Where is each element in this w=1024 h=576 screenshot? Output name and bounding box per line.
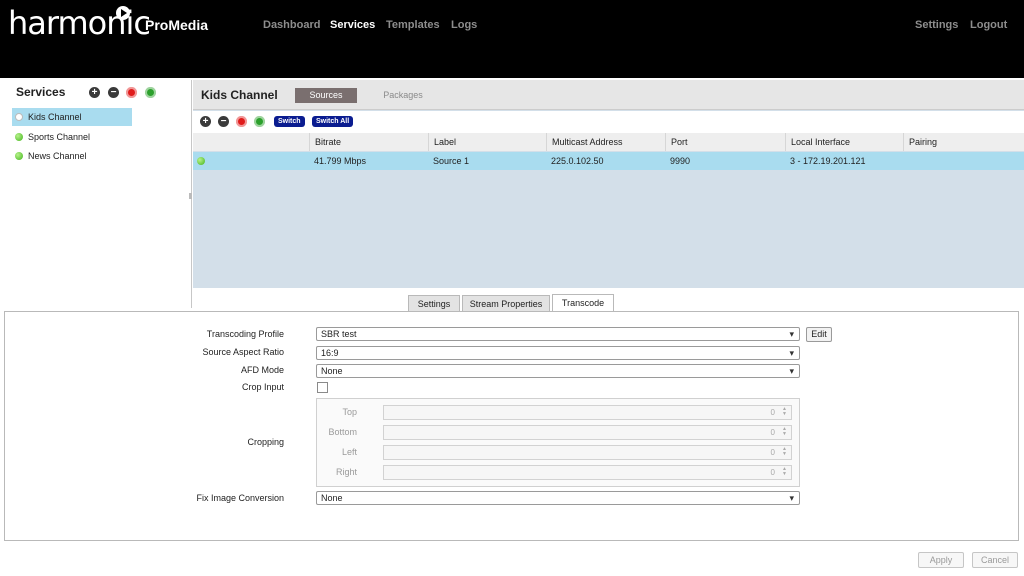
transcoding-profile-label: Transcoding Profile (206, 329, 284, 339)
status-dot-icon (15, 113, 23, 121)
switch-all-button[interactable]: Switch All (312, 116, 354, 127)
service-item-kids-channel[interactable]: Kids Channel (12, 108, 132, 126)
crop-top-value: 0 (770, 408, 775, 417)
start-source-icon[interactable] (254, 116, 265, 127)
add-service-icon[interactable]: + (89, 87, 100, 98)
fix-image-conversion-label: Fix Image Conversion (196, 493, 284, 503)
spinner-icon: ▲ ▼ (782, 446, 787, 457)
service-item-label: Sports Channel (28, 132, 91, 142)
top-bar: harmonic ProMedia Dashboard Services Tem… (0, 0, 1024, 78)
service-item-news-channel[interactable]: News Channel (12, 147, 132, 165)
product-name: ProMedia (145, 17, 209, 33)
fix-image-conversion-select[interactable]: None (316, 491, 800, 505)
nav-services[interactable]: Services (330, 19, 375, 31)
status-dot-icon (197, 157, 205, 165)
column-header-multicast[interactable]: Multicast Address (546, 133, 665, 151)
column-header-local-interface[interactable]: Local Interface (785, 133, 903, 151)
play-icon (116, 6, 130, 20)
switch-button[interactable]: Switch (274, 116, 305, 127)
splitter-handle[interactable] (189, 193, 192, 199)
sources-toolbar: + − Switch Switch All (193, 111, 1024, 133)
cell-label: Source 1 (433, 156, 470, 166)
spinner-icon: ▲ ▼ (782, 426, 787, 437)
transcode-panel: Transcoding Profile SBR test Edit Source… (4, 311, 1019, 541)
crop-bottom-value: 0 (770, 428, 775, 437)
afd-mode-label: AFD Mode (240, 365, 284, 375)
remove-source-icon[interactable]: − (218, 116, 229, 127)
nav-templates[interactable]: Templates (386, 19, 440, 31)
services-sidebar: Services + − Kids Channel Sports Channel… (0, 80, 192, 308)
nav-logout[interactable]: Logout (970, 19, 1007, 31)
cropping-group: Top 0 ▲ ▼ Bottom 0 ▲ ▼ Left 0 ▲ ▼ Right 0 ▲… (316, 398, 800, 487)
nav-dashboard[interactable]: Dashboard (263, 19, 320, 31)
nav-logs[interactable]: Logs (451, 19, 477, 31)
cell-bitrate: 41.799 Mbps (314, 156, 367, 166)
column-header-bitrate[interactable]: Bitrate (309, 133, 428, 151)
table-row[interactable]: 41.799 Mbps Source 1 225.0.102.50 9990 3… (193, 152, 1024, 170)
crop-left-label: Left (341, 447, 357, 457)
tab-sources[interactable]: Sources (295, 88, 357, 103)
column-header-pairing[interactable]: Pairing (903, 133, 1024, 151)
sources-table-header: Bitrate Label Multicast Address Port Loc… (193, 133, 1024, 151)
cell-pairing (903, 152, 908, 170)
service-item-label: News Channel (28, 151, 87, 161)
crop-right-label: Right (335, 467, 357, 477)
service-item-sports-channel[interactable]: Sports Channel (12, 128, 132, 146)
status-dot-icon (15, 133, 23, 141)
transcoding-profile-select[interactable]: SBR test (316, 327, 800, 341)
channel-pane: Kids Channel Sources Packages + − Switch… (193, 80, 1024, 288)
cell-port: 9990 (670, 156, 691, 166)
source-aspect-ratio-select[interactable]: 16:9 (316, 346, 800, 360)
spinner-icon: ▲ ▼ (782, 406, 787, 417)
add-source-icon[interactable]: + (200, 116, 211, 127)
remove-service-icon[interactable]: − (108, 87, 119, 98)
channel-header: Kids Channel Sources Packages (193, 80, 1024, 110)
column-header-port[interactable]: Port (665, 133, 785, 151)
crop-input-label: Crop Input (241, 382, 284, 392)
crop-left-input: 0 ▲ ▼ (383, 445, 792, 460)
start-service-icon[interactable] (145, 87, 156, 98)
afd-mode-select[interactable]: None (316, 364, 800, 378)
apply-button[interactable]: Apply (918, 552, 964, 568)
crop-top-label: Top (342, 407, 357, 417)
nav-settings[interactable]: Settings (915, 19, 958, 31)
crop-top-input: 0 ▲ ▼ (383, 405, 792, 420)
tab-settings[interactable]: Settings (408, 295, 460, 312)
service-item-label: Kids Channel (28, 112, 82, 122)
services-title: Services (16, 85, 66, 99)
edit-button[interactable]: Edit (806, 327, 832, 342)
cell-multicast: 225.0.102.50 (551, 156, 604, 166)
cancel-button[interactable]: Cancel (972, 552, 1018, 568)
crop-right-value: 0 (770, 468, 775, 477)
spinner-icon: ▲ ▼ (782, 466, 787, 477)
stop-service-icon[interactable] (126, 87, 137, 98)
tab-packages[interactable]: Packages (372, 88, 434, 103)
channel-title: Kids Channel (201, 88, 278, 102)
detail-tabs: Settings Stream Properties Transcode (0, 292, 1024, 313)
cropping-label: Cropping (247, 437, 284, 447)
cell-local-interface: 3 - 172.19.201.121 (790, 156, 866, 166)
source-aspect-ratio-label: Source Aspect Ratio (202, 347, 284, 357)
tab-stream-properties[interactable]: Stream Properties (462, 295, 550, 312)
crop-input-checkbox[interactable] (317, 382, 328, 393)
crop-left-value: 0 (770, 448, 775, 457)
status-dot-icon (15, 152, 23, 160)
crop-bottom-label: Bottom (328, 427, 357, 437)
stop-source-icon[interactable] (236, 116, 247, 127)
crop-bottom-input: 0 ▲ ▼ (383, 425, 792, 440)
crop-right-input: 0 ▲ ▼ (383, 465, 792, 480)
column-header-label[interactable]: Label (428, 133, 546, 151)
